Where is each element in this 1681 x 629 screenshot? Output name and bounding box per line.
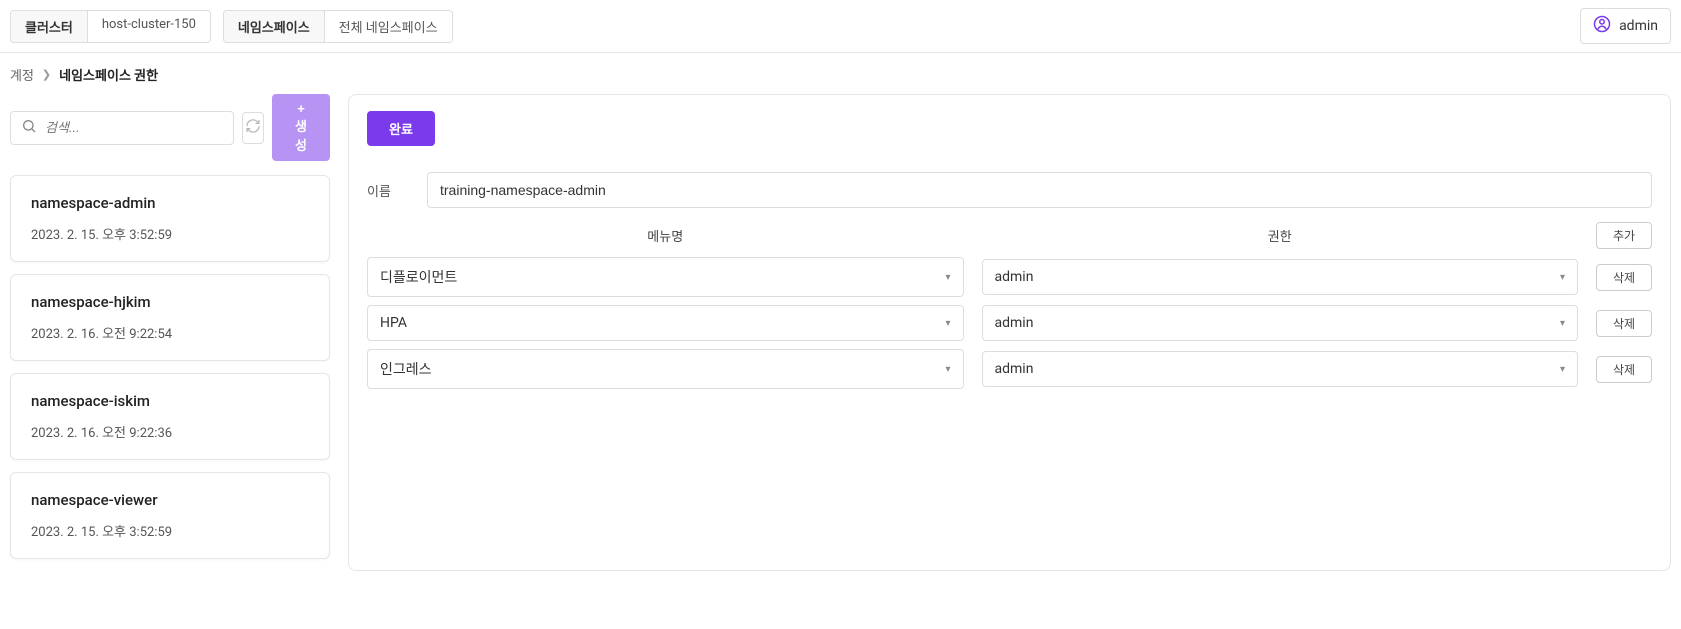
- content-panel: 완료 이름 메뉴명 권한 추가 디플로이먼트 ▾ admin ▾: [348, 94, 1671, 571]
- perm-select[interactable]: admin ▾: [982, 305, 1579, 341]
- chevron-right-icon: ❯: [42, 68, 51, 81]
- refresh-button[interactable]: [242, 112, 264, 144]
- chevron-down-icon: ▾: [945, 364, 950, 375]
- perm-select[interactable]: admin ▾: [982, 259, 1579, 295]
- delete-button[interactable]: 삭제: [1596, 264, 1652, 291]
- user-name: admin: [1619, 18, 1658, 34]
- col-menu-header: 메뉴명: [367, 226, 964, 245]
- perm-select-value: admin: [995, 361, 1034, 377]
- table-row: HPA ▾ admin ▾ 삭제: [367, 305, 1652, 341]
- menu-select[interactable]: 디플로이먼트 ▾: [367, 257, 964, 297]
- cluster-label: 클러스터: [11, 11, 88, 42]
- list-item-name: namespace-iskim: [31, 392, 309, 410]
- cluster-selector[interactable]: 클러스터 host-cluster-150: [10, 10, 211, 43]
- delete-button[interactable]: 삭제: [1596, 310, 1652, 337]
- search-input[interactable]: [45, 120, 223, 135]
- perm-select[interactable]: admin ▾: [982, 351, 1579, 387]
- list-item-date: 2023. 2. 15. 오후 3:52:59: [31, 521, 309, 540]
- search-icon: [21, 118, 37, 138]
- user-menu[interactable]: admin: [1580, 8, 1671, 44]
- refresh-icon: [245, 118, 261, 137]
- list-item-name: namespace-hjkim: [31, 293, 309, 311]
- namespace-selector[interactable]: 네임스페이스 전체 네임스페이스: [223, 10, 453, 43]
- top-bar: 클러스터 host-cluster-150 네임스페이스 전체 네임스페이스 a…: [0, 0, 1681, 53]
- create-button[interactable]: + 생성: [272, 94, 330, 161]
- menu-select-value: 디플로이먼트: [380, 267, 457, 287]
- perm-select-value: admin: [995, 269, 1034, 285]
- breadcrumb-current: 네임스페이스 권한: [59, 65, 158, 84]
- grid-header: 메뉴명 권한 추가: [367, 222, 1652, 249]
- sidebar-controls: + 생성: [10, 94, 330, 161]
- list-item[interactable]: namespace-admin 2023. 2. 15. 오후 3:52:59: [10, 175, 330, 262]
- menu-select-value: HPA: [380, 315, 407, 331]
- name-input[interactable]: [427, 172, 1652, 208]
- namespace-label: 네임스페이스: [224, 11, 325, 42]
- main-layout: + 생성 namespace-admin 2023. 2. 15. 오후 3:5…: [0, 94, 1681, 591]
- chevron-down-icon: ▾: [945, 272, 950, 283]
- col-perm-header: 권한: [982, 226, 1579, 245]
- chevron-down-icon: ▾: [945, 318, 950, 329]
- menu-select[interactable]: HPA ▾: [367, 305, 964, 341]
- list-item-date: 2023. 2. 16. 오전 9:22:36: [31, 422, 309, 441]
- cluster-value: host-cluster-150: [88, 11, 210, 42]
- list-item[interactable]: namespace-hjkim 2023. 2. 16. 오전 9:22:54: [10, 274, 330, 361]
- list-item-name: namespace-viewer: [31, 491, 309, 509]
- list-item[interactable]: namespace-iskim 2023. 2. 16. 오전 9:22:36: [10, 373, 330, 460]
- search-box[interactable]: [10, 111, 234, 145]
- menu-select-value: 인그레스: [380, 359, 432, 379]
- list-item-date: 2023. 2. 15. 오후 3:52:59: [31, 224, 309, 243]
- list-item-date: 2023. 2. 16. 오전 9:22:54: [31, 323, 309, 342]
- delete-button[interactable]: 삭제: [1596, 356, 1652, 383]
- user-icon: [1593, 15, 1611, 37]
- done-button[interactable]: 완료: [367, 111, 435, 146]
- namespace-value: 전체 네임스페이스: [325, 11, 452, 42]
- add-button[interactable]: 추가: [1596, 222, 1652, 249]
- breadcrumb-parent[interactable]: 계정: [10, 65, 34, 84]
- table-row: 디플로이먼트 ▾ admin ▾ 삭제: [367, 257, 1652, 297]
- list-item[interactable]: namespace-viewer 2023. 2. 15. 오후 3:52:59: [10, 472, 330, 559]
- list-item-name: namespace-admin: [31, 194, 309, 212]
- perm-select-value: admin: [995, 315, 1034, 331]
- chevron-down-icon: ▾: [1560, 318, 1565, 329]
- name-label: 이름: [367, 181, 407, 200]
- sidebar: + 생성 namespace-admin 2023. 2. 15. 오후 3:5…: [10, 94, 330, 571]
- name-row: 이름: [367, 172, 1652, 208]
- chevron-down-icon: ▾: [1560, 364, 1565, 375]
- menu-select[interactable]: 인그레스 ▾: [367, 349, 964, 389]
- breadcrumb: 계정 ❯ 네임스페이스 권한: [0, 53, 1681, 94]
- chevron-down-icon: ▾: [1560, 272, 1565, 283]
- table-row: 인그레스 ▾ admin ▾ 삭제: [367, 349, 1652, 389]
